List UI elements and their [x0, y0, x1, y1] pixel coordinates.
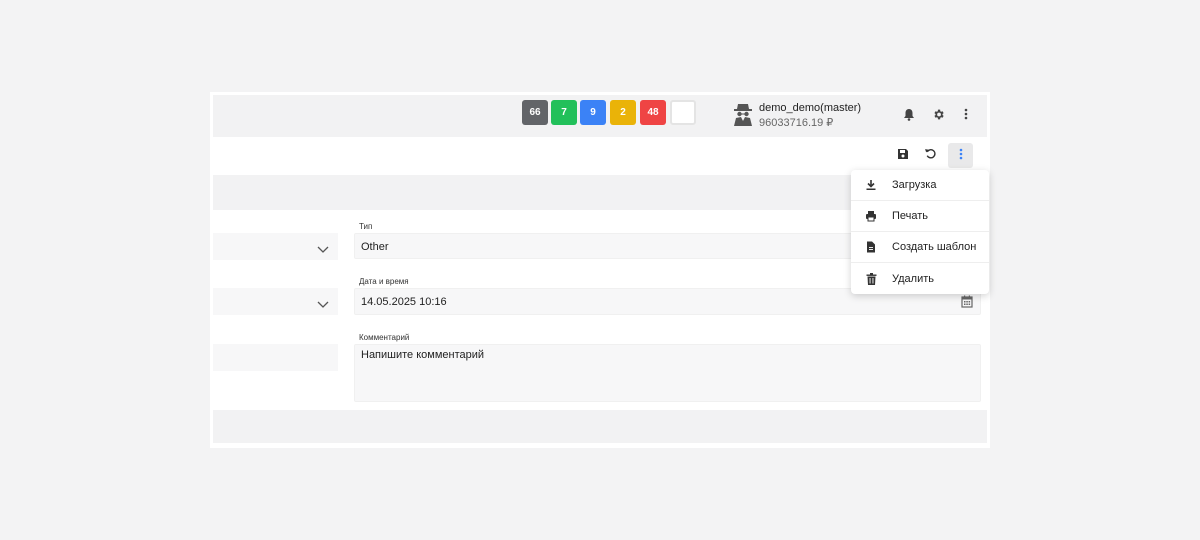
- comment-label: Комментарий: [359, 333, 410, 342]
- file-icon: [865, 241, 877, 253]
- menu-item-label: Создать шаблон: [892, 241, 977, 253]
- menu-item-label: Загрузка: [892, 179, 937, 191]
- more-actions-button[interactable]: [948, 143, 973, 168]
- chevron-down-icon: [317, 241, 329, 253]
- more-vertical-icon: [959, 147, 963, 165]
- counter-badge-green[interactable]: 7: [551, 100, 577, 125]
- user-name[interactable]: demo_demo(master): [759, 102, 861, 114]
- undo-icon: [924, 147, 937, 165]
- comment-placeholder: Напишите комментарий: [361, 349, 485, 361]
- gear-icon[interactable]: [931, 107, 945, 121]
- menu-item-create-template[interactable]: Создать шаблон: [851, 232, 989, 263]
- top-header: 66 7 9 2 48 demo_demo(master) 96033716.1…: [213, 95, 987, 137]
- menu-item-label: Печать: [892, 210, 929, 222]
- more-vertical-icon[interactable]: [959, 107, 973, 121]
- left-select-1[interactable]: [213, 233, 338, 260]
- save-icon: [897, 147, 909, 165]
- counter-badge-empty[interactable]: [670, 100, 696, 125]
- printer-icon: [865, 210, 877, 222]
- counter-badge-blue[interactable]: 9: [580, 100, 606, 125]
- type-value: Other: [361, 241, 389, 253]
- menu-item-download[interactable]: Загрузка: [851, 170, 989, 201]
- left-field-3[interactable]: [213, 344, 338, 371]
- datetime-label: Дата и время: [359, 277, 409, 286]
- save-button[interactable]: [890, 143, 915, 168]
- footer-band: [213, 410, 987, 443]
- menu-item-label: Удалить: [892, 272, 934, 285]
- trash-icon: [865, 272, 877, 285]
- menu-item-print[interactable]: Печать: [851, 201, 989, 232]
- chevron-down-icon: [317, 296, 329, 308]
- user-balance: 96033716.19 ₽: [759, 117, 834, 129]
- spy-avatar-icon: [732, 102, 754, 126]
- download-icon: [865, 179, 877, 191]
- calendar-icon[interactable]: [961, 295, 973, 308]
- comment-textarea[interactable]: Напишите комментарий: [354, 344, 981, 402]
- menu-item-delete[interactable]: Удалить: [851, 263, 989, 294]
- type-label: Тип: [359, 222, 373, 231]
- counter-badge-gray[interactable]: 66: [522, 100, 548, 125]
- actions-menu: Загрузка Печать Создать шаблон Удалить: [851, 170, 989, 294]
- datetime-value: 14.05.2025 10:16: [361, 296, 447, 308]
- counter-badge-yellow[interactable]: 2: [610, 100, 636, 125]
- undo-button[interactable]: [918, 143, 943, 168]
- left-select-2[interactable]: [213, 288, 338, 315]
- counter-badge-red[interactable]: 48: [640, 100, 666, 125]
- bell-icon[interactable]: [902, 107, 916, 121]
